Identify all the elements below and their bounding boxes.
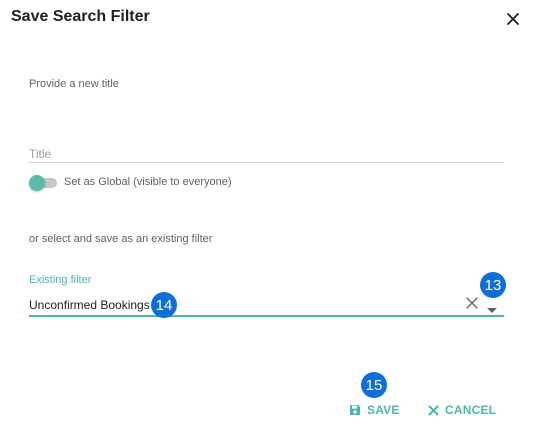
toggle-thumb xyxy=(29,175,45,191)
step-badge-14: 14 xyxy=(151,292,177,318)
step-badge-13: 13 xyxy=(480,272,506,298)
dialog-title: Save Search Filter xyxy=(11,8,150,25)
cancel-button-label: CANCEL xyxy=(445,403,497,417)
existing-filter-select[interactable]: Unconfirmed Bookings xyxy=(29,295,504,317)
save-button[interactable]: SAVE xyxy=(349,401,400,419)
cancel-button[interactable]: CANCEL xyxy=(428,401,496,419)
cancel-icon xyxy=(428,405,439,416)
new-title-prompt: Provide a new title xyxy=(29,78,119,90)
save-search-filter-dialog: Save Search Filter Provide a new title S… xyxy=(0,0,534,443)
step-badge-15: 15 xyxy=(361,372,387,398)
close-icon[interactable] xyxy=(503,10,523,28)
chevron-down-icon[interactable] xyxy=(487,301,497,313)
save-button-label: SAVE xyxy=(367,403,400,417)
title-field xyxy=(29,145,504,163)
clear-icon[interactable] xyxy=(465,296,479,310)
existing-filter-prompt: or select and save as an existing filter xyxy=(29,233,213,245)
save-icon xyxy=(349,404,361,416)
title-input[interactable] xyxy=(29,146,504,162)
global-toggle[interactable] xyxy=(29,175,57,191)
existing-filter-value: Unconfirmed Bookings xyxy=(29,298,150,312)
global-toggle-label: Set as Global (visible to everyone) xyxy=(64,176,232,188)
existing-filter-label: Existing filter xyxy=(29,274,92,286)
